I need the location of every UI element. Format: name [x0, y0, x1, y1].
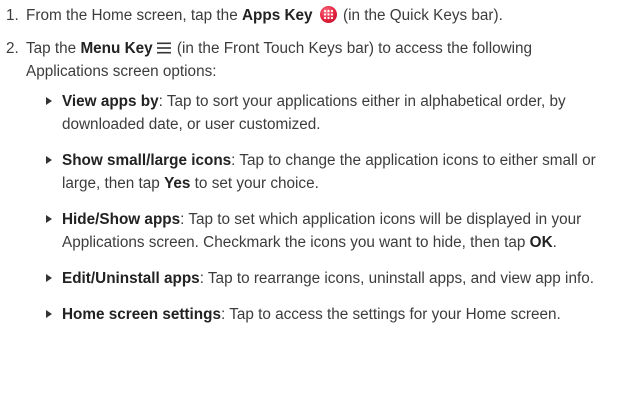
triangle-bullet-icon: [46, 274, 52, 282]
triangle-bullet-icon: [46, 215, 52, 223]
list-item: Hide/Show apps: Tap to set which applica…: [0, 208, 630, 254]
menu-key-icon: [156, 42, 171, 54]
option-desc: : Tap to rearrange icons, uninstall apps…: [199, 270, 594, 287]
apps-key-label: Apps Key: [241, 7, 313, 24]
step-number: 1.: [6, 7, 19, 24]
option-desc: : Tap to access the settings for your Ho…: [220, 306, 561, 323]
options-list: View apps by: Tap to sort your applicati…: [0, 90, 630, 326]
list-item: View apps by: Tap to sort your applicati…: [0, 90, 630, 136]
option-term: Show small/large icons: [62, 152, 232, 169]
triangle-bullet-icon: [46, 97, 52, 105]
instructions-page: 1. From the Home screen, tap the Apps Ke…: [0, 0, 630, 419]
option-term: Home screen settings: [62, 306, 221, 323]
step-text-after: (in the Quick Keys bar).: [338, 7, 503, 24]
triangle-bullet-icon: [46, 310, 52, 318]
option-desc-after: .: [552, 234, 557, 251]
apps-key-icon: [319, 6, 337, 23]
step-number: 2.: [6, 40, 19, 57]
list-item: Show small/large icons: Tap to change th…: [0, 149, 630, 195]
step-text: Tap the: [26, 40, 81, 57]
step-2: 2. Tap the Menu Key (in the Front Touch …: [0, 37, 630, 83]
option-desc-after: to set your choice.: [190, 175, 319, 192]
list-item: Home screen settings: Tap to access the …: [0, 303, 630, 326]
step-1: 1. From the Home screen, tap the Apps Ke…: [0, 4, 630, 27]
option-emph: OK: [529, 234, 553, 251]
option-emph: Yes: [164, 175, 191, 192]
menu-key-label: Menu Key: [80, 40, 153, 57]
list-item: Edit/Uninstall apps: Tap to rearrange ic…: [0, 267, 630, 290]
triangle-bullet-icon: [46, 156, 52, 164]
option-term: Edit/Uninstall apps: [62, 270, 200, 287]
step-text: From the Home screen, tap the: [26, 7, 242, 24]
option-term: Hide/Show apps: [62, 211, 181, 228]
option-term: View apps by: [62, 93, 159, 110]
